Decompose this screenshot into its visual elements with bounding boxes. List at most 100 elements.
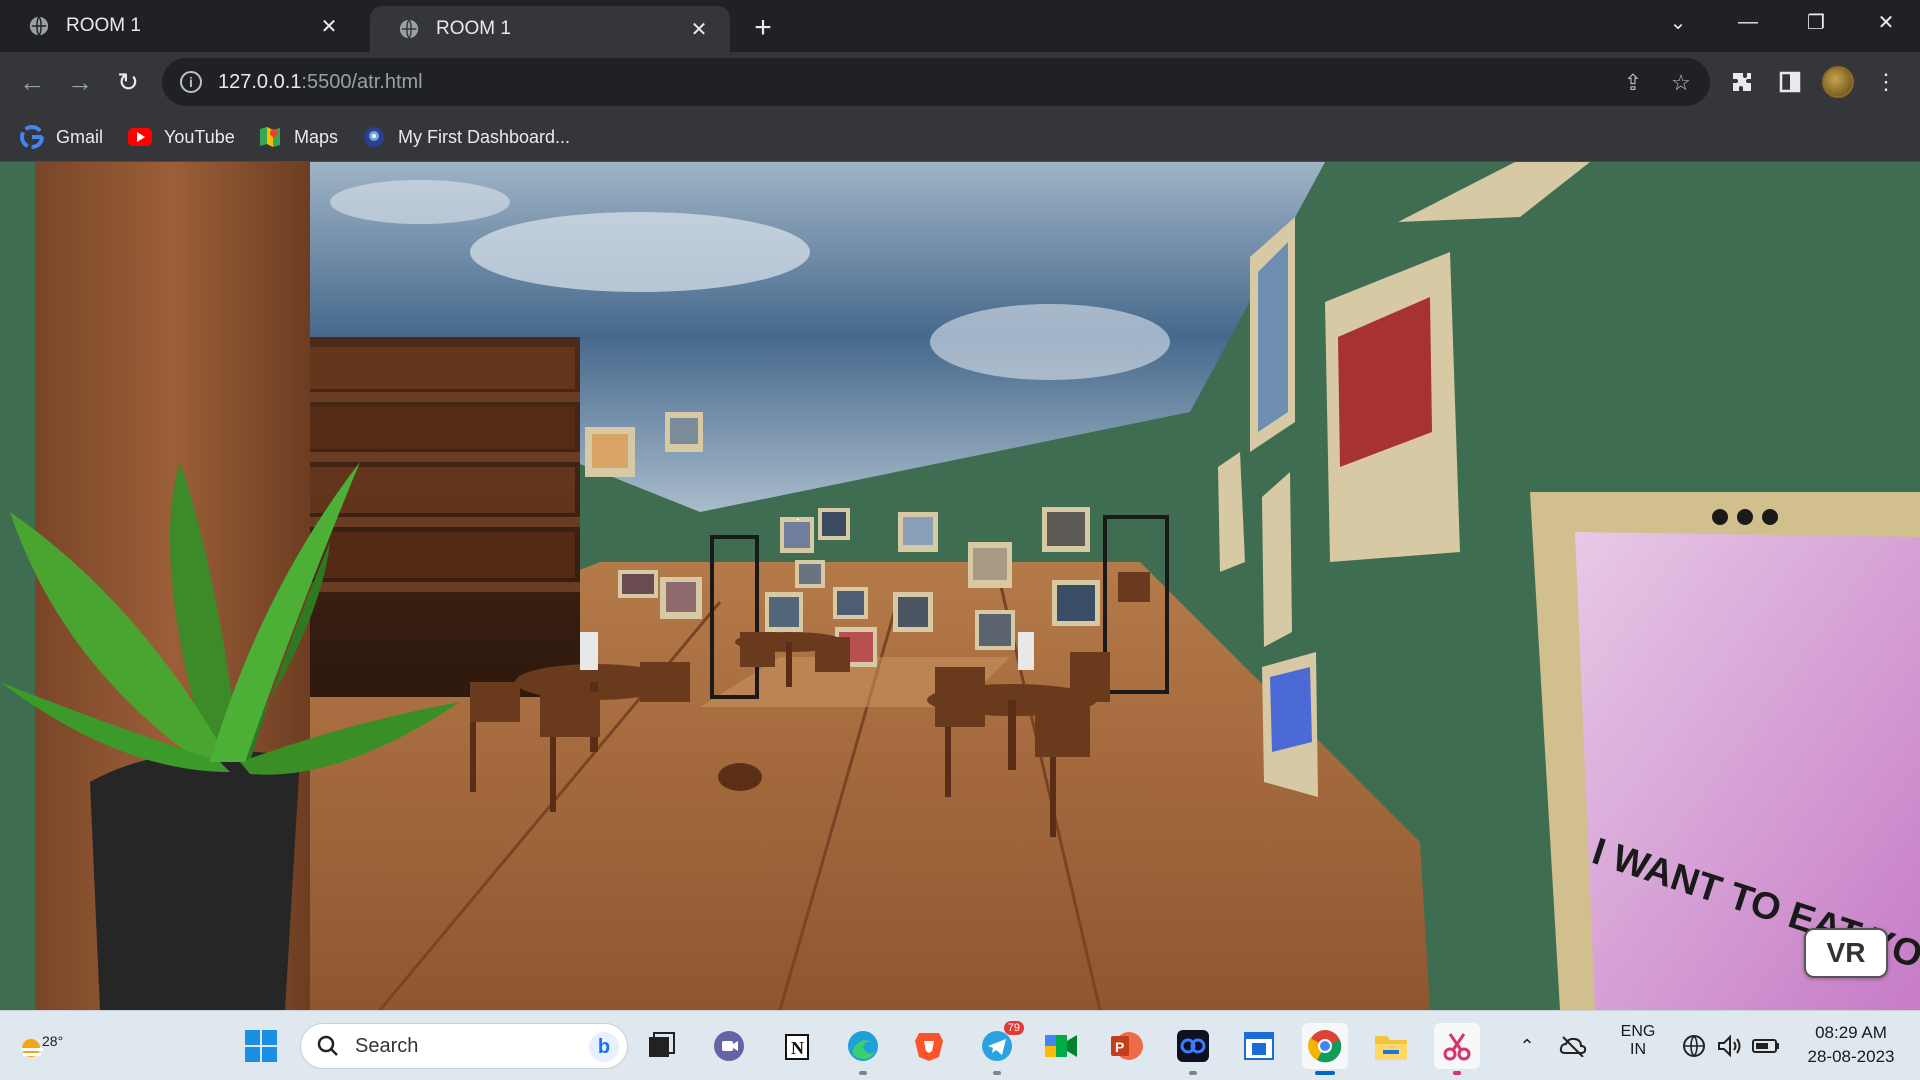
bookmark-gmail[interactable]: Gmail bbox=[20, 122, 103, 152]
folder-icon bbox=[1375, 1036, 1407, 1060]
forward-button[interactable]: → bbox=[60, 62, 100, 102]
telegram-button[interactable]: 79 bbox=[974, 1021, 1024, 1075]
teams-chat-button[interactable] bbox=[706, 1023, 752, 1069]
chat-icon bbox=[714, 1031, 744, 1061]
meet-icon bbox=[1045, 1035, 1077, 1057]
battery-button[interactable] bbox=[1748, 1023, 1784, 1069]
powerpoint-button[interactable]: P bbox=[1104, 1023, 1150, 1069]
shelf-board bbox=[285, 392, 580, 402]
running-indicator bbox=[1453, 1071, 1461, 1075]
active-indicator bbox=[1315, 1071, 1335, 1075]
bookmark-label: Gmail bbox=[56, 126, 104, 147]
site-info-icon[interactable]: i bbox=[180, 71, 202, 93]
running-indicator bbox=[1189, 1071, 1197, 1075]
app-window-button[interactable] bbox=[1236, 1023, 1282, 1069]
globe-icon bbox=[399, 19, 419, 39]
brave-icon bbox=[915, 1033, 943, 1061]
shelf-board bbox=[285, 582, 580, 592]
language-indicator[interactable]: ENG IN bbox=[1610, 1023, 1666, 1059]
shelf-books bbox=[1118, 572, 1150, 602]
google-icon bbox=[20, 125, 44, 149]
back-button[interactable]: ← bbox=[12, 62, 52, 102]
url-path: :5500/atr.html bbox=[301, 70, 423, 93]
volume-button[interactable] bbox=[1712, 1023, 1748, 1069]
chrome-button[interactable] bbox=[1302, 1023, 1348, 1075]
speaker-icon bbox=[1718, 1034, 1741, 1058]
close-icon[interactable]: ✕ bbox=[316, 13, 342, 39]
weather-widget[interactable]: 28° bbox=[10, 1023, 63, 1069]
book-row bbox=[295, 407, 575, 449]
vr-button[interactable]: VR bbox=[1804, 928, 1888, 978]
notion-button[interactable]: N bbox=[774, 1023, 820, 1069]
clock-time: 08:29 AM bbox=[1815, 1023, 1887, 1042]
brave-button[interactable] bbox=[906, 1023, 952, 1069]
bing-icon[interactable]: b bbox=[589, 1032, 619, 1062]
url-host: 127.0.0.1 bbox=[218, 70, 302, 93]
clock-date: 28-08-2023 bbox=[1807, 1047, 1895, 1066]
vase bbox=[580, 632, 598, 670]
close-icon[interactable]: ✕ bbox=[686, 16, 712, 42]
powerpoint-icon: P bbox=[1111, 1032, 1143, 1060]
minimize-button[interactable]: — bbox=[1722, 0, 1774, 44]
file-explorer-button[interactable] bbox=[1368, 1023, 1414, 1069]
globe-icon bbox=[29, 16, 49, 36]
onedrive-button[interactable] bbox=[1556, 1023, 1590, 1069]
side-panel-icon[interactable] bbox=[1772, 64, 1808, 100]
start-button[interactable] bbox=[238, 1023, 284, 1069]
chrome-icon bbox=[1308, 1030, 1342, 1063]
task-view-icon bbox=[649, 1032, 675, 1057]
poster-right-wall bbox=[1262, 472, 1292, 647]
windows-icon bbox=[245, 1030, 277, 1062]
edge-button[interactable] bbox=[840, 1023, 886, 1075]
search-icon bbox=[317, 1035, 338, 1056]
menu-kebab-icon[interactable]: ⋮ bbox=[1868, 64, 1904, 100]
running-indicator bbox=[859, 1071, 867, 1075]
search-placeholder: Search bbox=[355, 1034, 419, 1057]
extensions-icon[interactable] bbox=[1724, 64, 1760, 100]
bookmark-label: My First Dashboard... bbox=[398, 126, 571, 147]
running-indicator bbox=[993, 1071, 1001, 1075]
region-code: IN bbox=[1630, 1041, 1646, 1058]
cloud bbox=[330, 180, 510, 224]
profile-avatar[interactable] bbox=[1822, 66, 1854, 98]
snipping-tool-button[interactable] bbox=[1434, 1023, 1480, 1075]
app-oo-button[interactable] bbox=[1170, 1023, 1216, 1075]
network-button[interactable] bbox=[1674, 1023, 1714, 1069]
tab-room-1-first[interactable]: ROOM 1 ✕ bbox=[0, 0, 360, 52]
poster-image bbox=[1270, 667, 1312, 752]
restore-button[interactable]: ❐ bbox=[1790, 0, 1842, 44]
notification-badge: 79 bbox=[1003, 1021, 1024, 1035]
tab-search-icon[interactable]: ⌄ bbox=[1652, 0, 1704, 44]
book-row bbox=[295, 347, 575, 389]
book-row bbox=[295, 532, 575, 578]
reload-button[interactable]: ↻ bbox=[108, 62, 148, 102]
webgl-viewport[interactable]: I WANT TO EAT YOUR PANCREAS bbox=[0, 162, 1920, 1010]
tab-room-1-active[interactable]: ROOM 1 ✕ bbox=[370, 6, 730, 52]
notion-icon: N bbox=[785, 1034, 809, 1060]
tab-title: ROOM 1 bbox=[436, 18, 511, 39]
edge-icon bbox=[848, 1031, 878, 1061]
language-code: ENG bbox=[1620, 1023, 1656, 1040]
window-close-button[interactable]: ✕ bbox=[1860, 0, 1912, 44]
poster-dot bbox=[1737, 509, 1753, 525]
bookmark-star-icon[interactable]: ☆ bbox=[1666, 68, 1696, 98]
bookmark-dashboard[interactable]: My First Dashboard... bbox=[362, 122, 570, 152]
google-meet-button[interactable] bbox=[1038, 1023, 1084, 1069]
tab-strip: ROOM 1 ✕ ROOM 1 ✕ + ⌄ — ❐ ✕ bbox=[0, 0, 1920, 52]
clock[interactable]: 08:29 AM 28-08-2023 bbox=[1796, 1021, 1906, 1069]
poster-image bbox=[1258, 242, 1288, 432]
battery-icon bbox=[1752, 1039, 1779, 1053]
new-tab-button[interactable]: + bbox=[745, 10, 781, 46]
show-hidden-icons-button[interactable]: ⌃ bbox=[1510, 1023, 1544, 1069]
room-scene[interactable]: I WANT TO EAT YOUR PANCREAS bbox=[0, 162, 1920, 1010]
tab-title: ROOM 1 bbox=[66, 15, 141, 36]
address-bar[interactable]: i 127.0.0.1:5500/atr.html ⇪ ☆ bbox=[162, 58, 1710, 106]
share-icon[interactable]: ⇪ bbox=[1618, 68, 1648, 98]
taskbar-search[interactable]: Search b bbox=[300, 1023, 628, 1069]
bookmark-maps[interactable]: Maps bbox=[258, 122, 338, 152]
infinity-app-icon bbox=[1177, 1030, 1209, 1062]
bookmark-youtube[interactable]: YouTube bbox=[128, 122, 235, 152]
wood-knot bbox=[718, 763, 762, 791]
svg-text:P: P bbox=[1115, 1039, 1124, 1055]
task-view-button[interactable] bbox=[638, 1023, 684, 1069]
